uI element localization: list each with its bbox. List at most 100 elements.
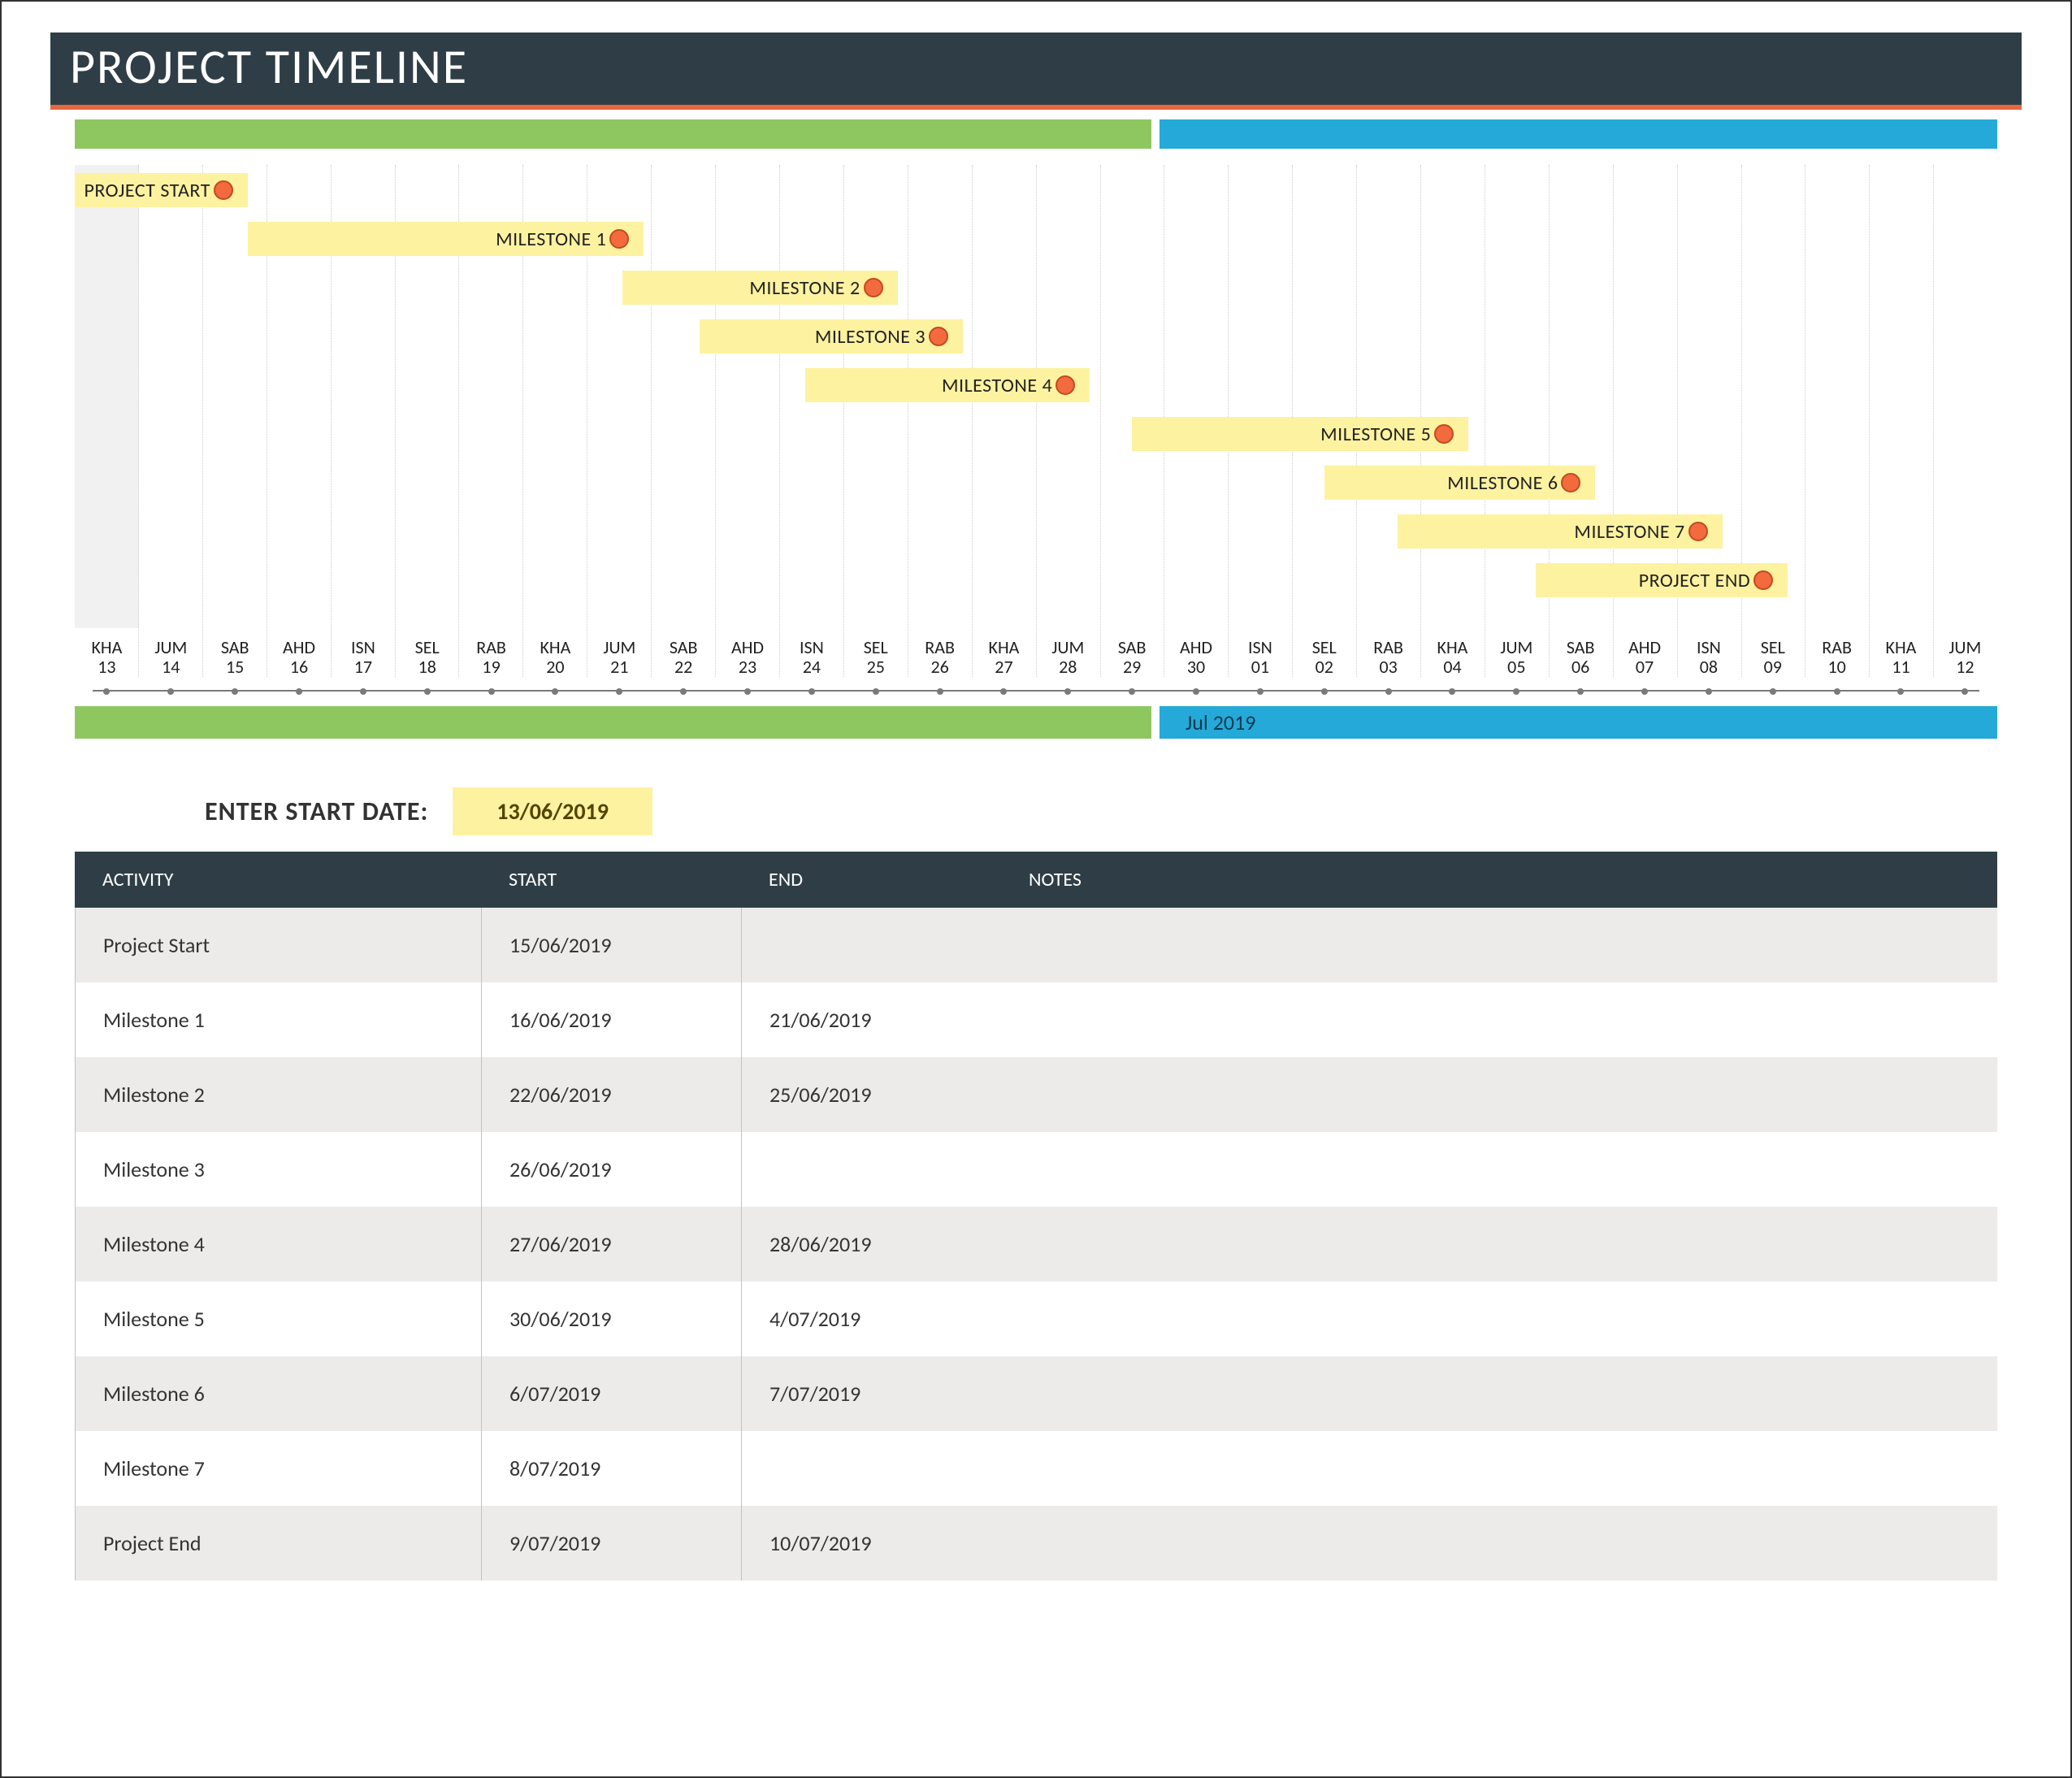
milestone-track: MILESTONE 5 bbox=[75, 417, 1997, 459]
tick-num: 20 bbox=[523, 657, 587, 677]
tick-day: ISN bbox=[331, 638, 395, 657]
bottom-month-bars: Jul 2019 bbox=[75, 706, 1997, 739]
cell-activity[interactable]: Milestone 6 bbox=[75, 1356, 481, 1431]
axis-tick: SEL02 bbox=[1292, 638, 1356, 677]
axis-tick: JUM28 bbox=[1036, 638, 1100, 677]
tick-num: 14 bbox=[139, 657, 203, 677]
cell-activity[interactable]: Project Start bbox=[75, 908, 481, 982]
bottom-month-jun bbox=[75, 706, 1151, 739]
tick-num: 17 bbox=[331, 657, 395, 677]
cell-start[interactable]: 26/06/2019 bbox=[481, 1132, 741, 1207]
cell-activity[interactable]: Milestone 3 bbox=[75, 1132, 481, 1207]
cell-start[interactable]: 30/06/2019 bbox=[481, 1281, 741, 1356]
cell-activity[interactable]: Milestone 5 bbox=[75, 1281, 481, 1356]
milestone-bar[interactable]: MILESTONE 6 bbox=[1324, 466, 1596, 500]
tick-day: ISN bbox=[1676, 638, 1740, 657]
milestone-label: MILESTONE 4 bbox=[942, 374, 1052, 397]
tick-num: 12 bbox=[1933, 657, 1997, 677]
axis-tick: ISN24 bbox=[779, 638, 843, 677]
tick-day: RAB bbox=[1356, 638, 1420, 657]
milestone-bar[interactable]: MILESTONE 5 bbox=[1132, 417, 1468, 451]
header-notes: NOTES bbox=[1001, 868, 1997, 891]
axis-tick: SEL25 bbox=[843, 638, 908, 677]
milestone-bar[interactable]: PROJECT START bbox=[75, 173, 248, 207]
tick-num: 05 bbox=[1485, 657, 1549, 677]
cell-start[interactable]: 9/07/2019 bbox=[481, 1506, 741, 1581]
start-date-input[interactable]: 13/06/2019 bbox=[453, 787, 652, 835]
tick-num: 30 bbox=[1164, 657, 1229, 677]
timeline-axis: KHA13JUM14SAB15AHD16ISN17SEL18RAB19KHA20… bbox=[75, 638, 1997, 677]
axis-tick: ISN17 bbox=[331, 638, 395, 677]
tick-num: 24 bbox=[779, 657, 843, 677]
cell-end[interactable]: 7/07/2019 bbox=[741, 1356, 1001, 1431]
tick-day: SEL bbox=[1292, 638, 1356, 657]
tick-num: 06 bbox=[1549, 657, 1613, 677]
cell-notes[interactable] bbox=[1001, 1132, 1997, 1207]
milestone-bar[interactable]: MILESTONE 1 bbox=[248, 222, 644, 256]
tick-day: JUM bbox=[1933, 638, 1997, 657]
tick-day: ISN bbox=[1228, 638, 1292, 657]
cell-start[interactable]: 15/06/2019 bbox=[481, 908, 741, 982]
cell-end[interactable] bbox=[741, 908, 1001, 982]
cell-activity[interactable]: Milestone 2 bbox=[75, 1057, 481, 1132]
axis-tick: JUM21 bbox=[587, 638, 652, 677]
milestone-bar[interactable]: MILESTONE 2 bbox=[622, 271, 897, 305]
cell-activity[interactable]: Milestone 4 bbox=[75, 1207, 481, 1281]
table-row[interactable]: Project Start15/06/2019 bbox=[75, 908, 1997, 982]
milestone-label: MILESTONE 5 bbox=[1320, 423, 1431, 446]
cell-notes[interactable] bbox=[1001, 1281, 1997, 1356]
milestone-bar[interactable]: MILESTONE 3 bbox=[700, 319, 963, 353]
cell-end[interactable]: 21/06/2019 bbox=[741, 982, 1001, 1057]
cell-activity[interactable]: Project End bbox=[75, 1506, 481, 1581]
table-row[interactable]: Milestone 222/06/201925/06/2019 bbox=[75, 1057, 1997, 1132]
milestone-label: MILESTONE 2 bbox=[749, 276, 860, 300]
milestone-dot-icon bbox=[1056, 375, 1075, 395]
cell-end[interactable]: 10/07/2019 bbox=[741, 1506, 1001, 1581]
tick-num: 29 bbox=[1100, 657, 1164, 677]
table-row[interactable]: Milestone 116/06/201921/06/2019 bbox=[75, 982, 1997, 1057]
axis-tick: KHA13 bbox=[75, 638, 139, 677]
milestone-dot-icon bbox=[214, 180, 233, 200]
cell-notes[interactable] bbox=[1001, 1356, 1997, 1431]
table-row[interactable]: Project End9/07/201910/07/2019 bbox=[75, 1506, 1997, 1581]
cell-start[interactable]: 6/07/2019 bbox=[481, 1356, 741, 1431]
cell-activity[interactable]: Milestone 7 bbox=[75, 1431, 481, 1506]
cell-start[interactable]: 22/06/2019 bbox=[481, 1057, 741, 1132]
table-row[interactable]: Milestone 530/06/20194/07/2019 bbox=[75, 1281, 1997, 1356]
milestone-dot-icon bbox=[1434, 424, 1454, 444]
cell-notes[interactable] bbox=[1001, 1431, 1997, 1506]
milestone-bar[interactable]: PROJECT END bbox=[1536, 563, 1788, 597]
cell-notes[interactable] bbox=[1001, 908, 1997, 982]
table-row[interactable]: Milestone 427/06/201928/06/2019 bbox=[75, 1207, 1997, 1281]
month-bar-jul bbox=[1160, 119, 1997, 149]
axis-tick: JUM12 bbox=[1933, 638, 1997, 677]
table-row[interactable]: Milestone 66/07/20197/07/2019 bbox=[75, 1356, 1997, 1431]
tick-day: SEL bbox=[843, 638, 908, 657]
cell-end[interactable]: 4/07/2019 bbox=[741, 1281, 1001, 1356]
table-row[interactable]: Milestone 78/07/2019 bbox=[75, 1431, 1997, 1506]
tick-day: KHA bbox=[523, 638, 587, 657]
cell-end[interactable] bbox=[741, 1132, 1001, 1207]
milestone-bar[interactable]: MILESTONE 4 bbox=[805, 368, 1090, 402]
cell-notes[interactable] bbox=[1001, 1207, 1997, 1281]
cell-end[interactable] bbox=[741, 1431, 1001, 1506]
table-row[interactable]: Milestone 326/06/2019 bbox=[75, 1132, 1997, 1207]
cell-start[interactable]: 8/07/2019 bbox=[481, 1431, 741, 1506]
cell-notes[interactable] bbox=[1001, 1057, 1997, 1132]
milestone-bar[interactable]: MILESTONE 7 bbox=[1398, 514, 1723, 549]
axis-tick: RAB03 bbox=[1356, 638, 1420, 677]
tick-num: 01 bbox=[1228, 657, 1292, 677]
cell-start[interactable]: 27/06/2019 bbox=[481, 1207, 741, 1281]
cell-end[interactable]: 25/06/2019 bbox=[741, 1057, 1001, 1132]
cell-start[interactable]: 16/06/2019 bbox=[481, 982, 741, 1057]
cell-end[interactable]: 28/06/2019 bbox=[741, 1207, 1001, 1281]
tick-num: 11 bbox=[1869, 657, 1933, 677]
cell-notes[interactable] bbox=[1001, 982, 1997, 1057]
tick-day: AHD bbox=[1164, 638, 1229, 657]
tick-day: AHD bbox=[716, 638, 780, 657]
cell-notes[interactable] bbox=[1001, 1506, 1997, 1581]
axis-tick: SAB15 bbox=[203, 638, 267, 677]
cell-activity[interactable]: Milestone 1 bbox=[75, 982, 481, 1057]
axis-tick: JUM05 bbox=[1485, 638, 1549, 677]
axis-tick: RAB10 bbox=[1805, 638, 1869, 677]
